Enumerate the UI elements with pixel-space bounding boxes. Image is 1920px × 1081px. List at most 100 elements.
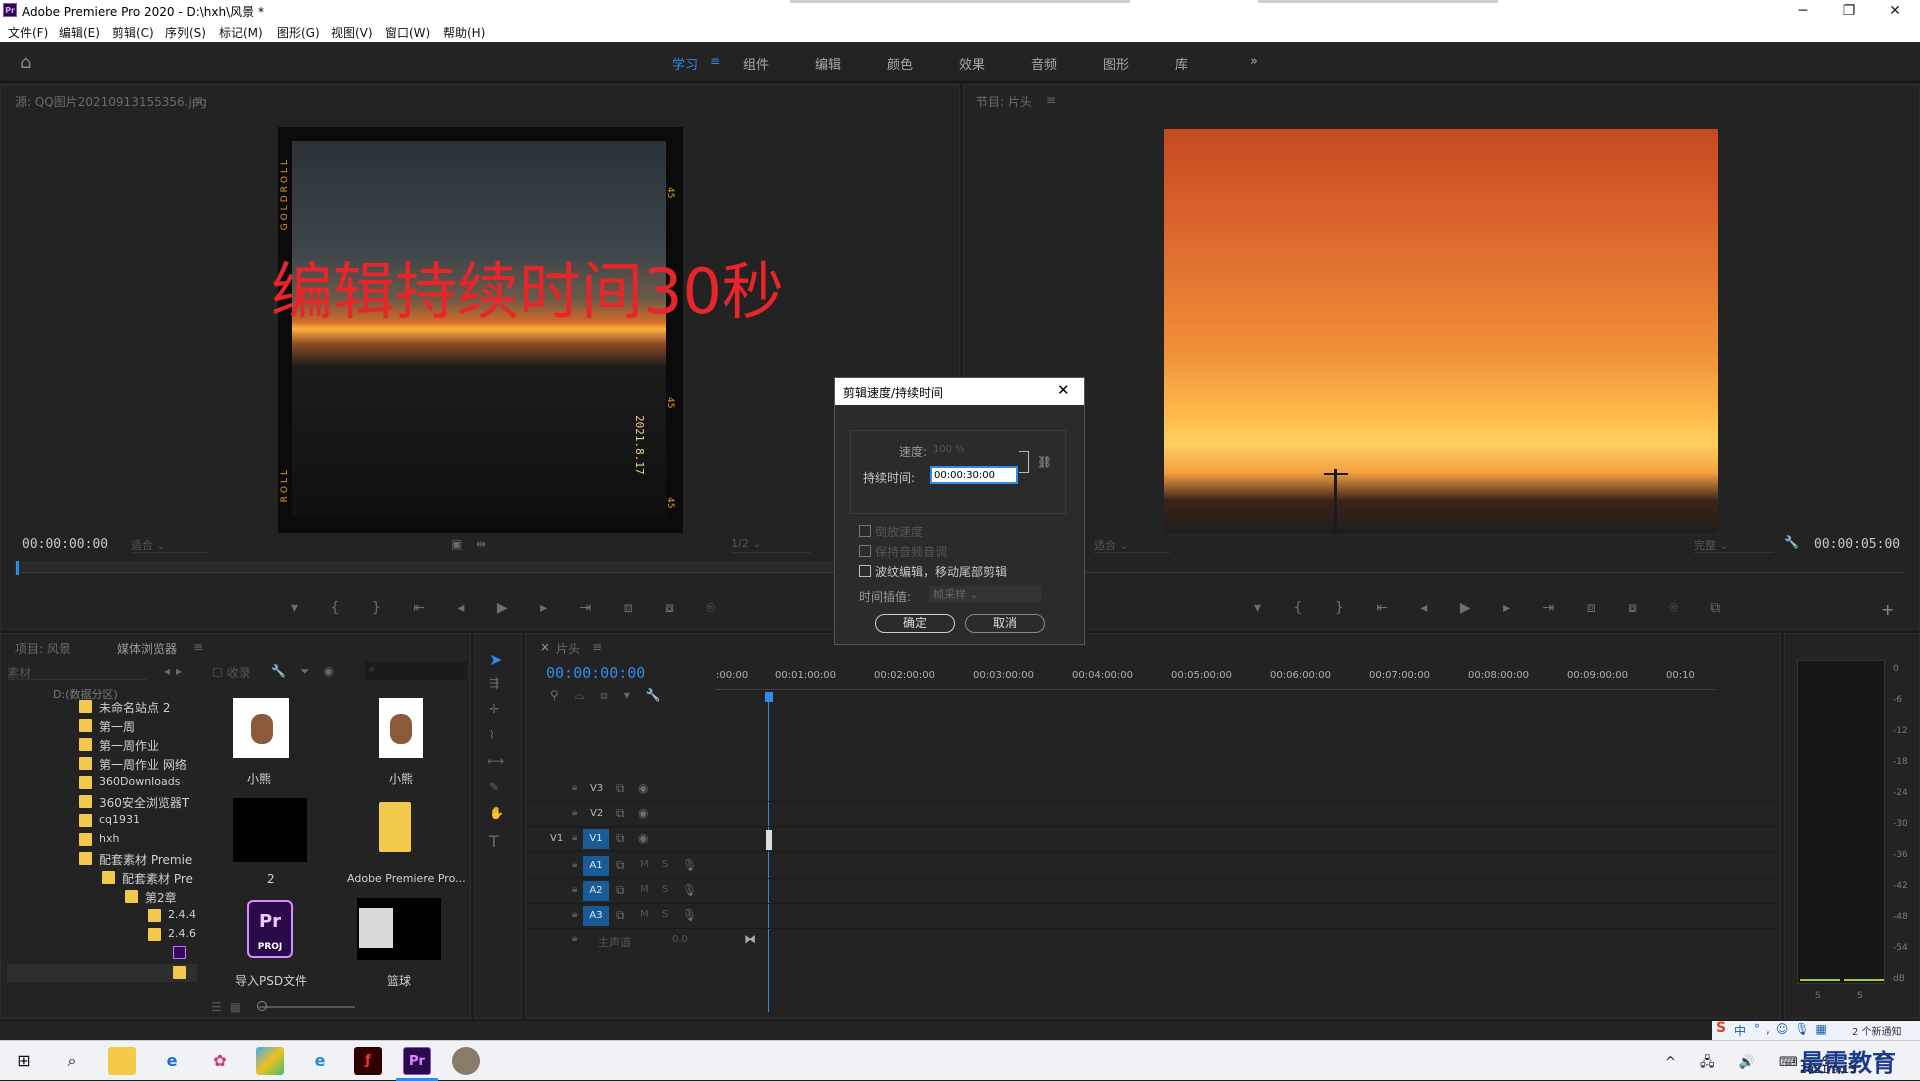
tree-item[interactable]: hxh <box>99 832 119 845</box>
track-v3[interactable]: 🔒︎ V3 ⧉ ◉ <box>526 777 1780 802</box>
tree-item[interactable]: 第2章 <box>145 889 177 906</box>
reverse-speed-checkbox[interactable] <box>859 525 871 537</box>
track-v2[interactable]: 🔒︎ V2 ⧉ ◉ <box>526 802 1780 827</box>
lock-icon[interactable]: 🔒︎ <box>572 807 577 818</box>
workspace-tab-audio[interactable]: 音频 <box>1031 54 1057 73</box>
ripple-edit-checkbox[interactable] <box>859 565 871 577</box>
track-v1[interactable]: V1 🔒︎ V1 ⧉ ◉ <box>526 827 1780 852</box>
menu-edit[interactable]: 编辑(E) <box>59 24 100 41</box>
solo-button[interactable]: S <box>662 859 668 870</box>
track-target-v1[interactable]: V1 <box>583 829 609 849</box>
tree-item[interactable]: 2.4.6 <box>168 927 196 940</box>
lock-icon[interactable]: 🔒︎ <box>572 832 577 843</box>
cancel-button[interactable]: 取消 <box>965 614 1045 633</box>
workspace-tab-assembly[interactable]: 组件 <box>743 54 769 73</box>
sync-lock-icon[interactable]: ⧉ <box>616 831 625 846</box>
master-nav-icon[interactable]: ⧓ <box>744 932 756 946</box>
mute-button[interactable]: M <box>640 909 649 920</box>
zoom-slider[interactable] <box>259 1006 355 1008</box>
menu-sequence[interactable]: 序列(S) <box>165 24 206 41</box>
location-select[interactable]: 素材 <box>7 664 147 680</box>
source-patch[interactable]: V1 <box>550 833 563 844</box>
menu-clip[interactable]: 剪辑(C) <box>112 24 154 41</box>
source-fit-select[interactable]: 适合 ⌄ <box>131 537 207 553</box>
program-quality-select[interactable]: 完整 ⌄ <box>1694 537 1774 553</box>
project-tab[interactable]: 项目: 风景 <box>15 640 71 657</box>
workspace-menu-icon[interactable]: ≡ <box>710 54 720 68</box>
flash-app-icon[interactable]: ƒ <box>354 1047 382 1075</box>
microphone-icon[interactable]: 🎙︎ <box>682 858 697 872</box>
search-icon[interactable]: ⌕ <box>58 1047 86 1075</box>
tree-item[interactable]: 第一周作业 网络 <box>99 756 187 773</box>
ie-browser-icon[interactable]: e <box>306 1047 334 1075</box>
track-target-a1[interactable]: A1 <box>583 856 609 876</box>
speed-value[interactable]: 100 % <box>933 444 965 455</box>
track-master[interactable]: 🔒︎ 主声道 0.0 ⧓ <box>526 929 1780 951</box>
track-target-a3[interactable]: A3 <box>583 906 609 926</box>
dialog-close-icon[interactable]: ✕ <box>1057 381 1070 399</box>
program-timecode[interactable]: 00:00:05:00 <box>1814 537 1900 552</box>
meter-solo-right[interactable]: S <box>1857 991 1863 1001</box>
mute-button[interactable]: M <box>640 859 649 870</box>
nav-arrows-icon[interactable]: ◂▸ <box>164 664 188 678</box>
selection-tool-icon[interactable]: ➤ <box>489 650 502 669</box>
workspace-tab-editing[interactable]: 编辑 <box>815 54 841 73</box>
restore-button[interactable]: ❐ <box>1826 0 1872 22</box>
sync-lock-icon[interactable]: ⧉ <box>616 858 625 873</box>
insert-icon[interactable]: ▣ <box>451 537 462 551</box>
workspace-tab-libraries[interactable]: 库 <box>1175 54 1188 73</box>
view-toggle-icons[interactable]: ☰▦ <box>211 1000 249 1014</box>
file-explorer-icon[interactable] <box>108 1047 136 1075</box>
meter-solo-left[interactable]: S <box>1815 991 1821 1001</box>
browser-search-input[interactable]: ⌕ <box>365 662 467 680</box>
eye-icon[interactable]: ◉ <box>638 831 648 845</box>
sync-lock-icon[interactable]: ⧉ <box>616 781 625 796</box>
ime-tools-icons[interactable]: °,☺🎙▦ <box>1754 1022 1833 1036</box>
panel-menu-icon[interactable]: ≡ <box>1046 93 1056 107</box>
tree-selected-row[interactable] <box>7 964 197 982</box>
mute-button[interactable]: M <box>640 884 649 895</box>
source-scrubber[interactable] <box>15 561 835 573</box>
lock-icon[interactable]: 🔒︎ <box>572 782 577 793</box>
workspace-tab-graphics[interactable]: 图形 <box>1103 54 1129 73</box>
media-thumb-folder-icon[interactable] <box>379 802 411 852</box>
source-transport-controls[interactable]: ▾ { } ⇤ ◂ ▶ ▸ ⇥ ⧈ ⧇ ⌾ <box>291 600 729 616</box>
photos-app-icon[interactable] <box>256 1047 284 1075</box>
source-monitor-title[interactable]: 源: QQ图片20210913155356.jpg <box>15 93 207 110</box>
track-a3[interactable]: 🔒︎ A3 ⧉ M S 🎙︎ <box>526 904 1780 929</box>
hand-tool-icon[interactable]: ✋ <box>489 806 504 820</box>
ripple-edit-tool-icon[interactable]: ✛ <box>489 702 499 716</box>
timeline-timecode[interactable]: 00:00:00:00 <box>546 664 645 682</box>
track-a2[interactable]: 🔒︎ A2 ⧉ M S 🎙︎ <box>526 879 1780 904</box>
type-tool-icon[interactable]: T <box>489 832 499 851</box>
home-icon[interactable]: ⌂ <box>20 52 31 73</box>
tree-item[interactable]: 2.4.4 <box>168 908 196 921</box>
windows-start-icon[interactable]: ⊞ <box>10 1047 38 1075</box>
add-button-icon[interactable]: + <box>1881 600 1894 619</box>
razor-tool-icon[interactable]: ⌇ <box>489 728 495 742</box>
ime-mode[interactable]: 中 <box>1734 1022 1746 1039</box>
tree-item[interactable]: cq1931 <box>99 813 140 826</box>
lock-icon[interactable]: 🔒︎ <box>572 909 577 920</box>
track-a1[interactable]: 🔒︎ A1 ⧉ M S 🎙︎ <box>526 854 1780 879</box>
microphone-icon[interactable]: 🎙︎ <box>682 908 697 922</box>
sync-lock-icon[interactable]: ⧉ <box>616 883 625 898</box>
interp-select[interactable]: 帧采样 ⌄ <box>929 586 1041 603</box>
minimize-button[interactable]: ─ <box>1780 0 1826 22</box>
tree-item[interactable]: 未命名站点 2 <box>99 699 170 716</box>
panel-menu-icon[interactable]: ≡ <box>193 93 203 107</box>
track-select-tool-icon[interactable]: ⇶ <box>489 676 499 690</box>
sequence-tab[interactable]: 片头 <box>556 640 580 657</box>
workspace-tab-learn[interactable]: 学习 <box>672 54 698 73</box>
lock-icon[interactable]: 🔒︎ <box>572 933 577 944</box>
playhead-marker[interactable] <box>765 692 773 702</box>
pr-project-icon[interactable]: Pr PROJ <box>247 900 293 958</box>
slip-tool-icon[interactable]: ⟷ <box>487 754 504 768</box>
eye-icon[interactable]: ◉ <box>638 781 648 795</box>
ingest-checkbox[interactable]: ☐ 收录 <box>212 664 251 681</box>
media-thumb-black[interactable] <box>233 798 307 862</box>
solo-button[interactable]: S <box>662 884 668 895</box>
tree-item[interactable]: 配套素材 Pre <box>122 870 193 887</box>
media-browser-tab[interactable]: 媒体浏览器 <box>117 640 177 657</box>
clock-date[interactable]: 2021/9/13 <box>1800 1063 1856 1076</box>
